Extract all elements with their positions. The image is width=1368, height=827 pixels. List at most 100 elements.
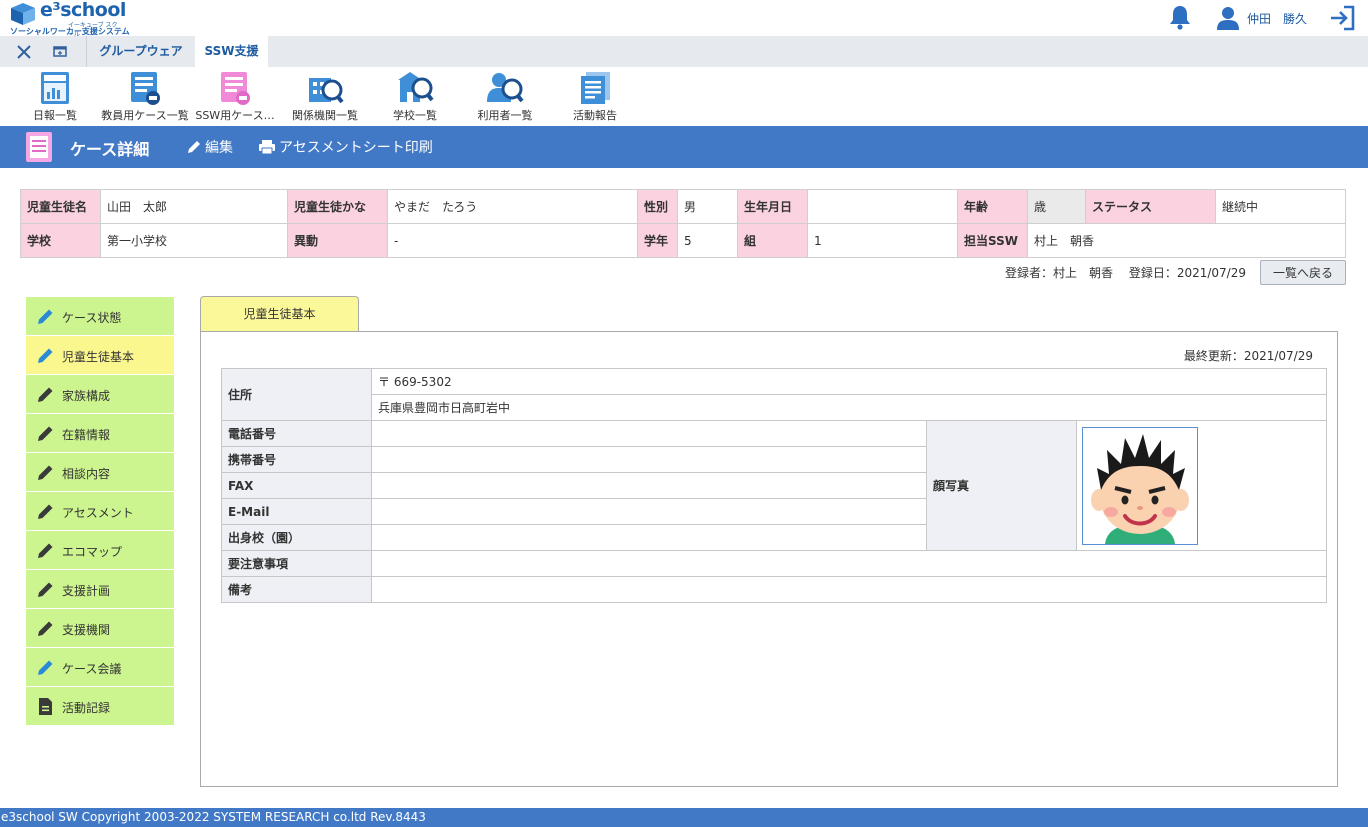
pencil-dark-icon <box>36 619 55 638</box>
notes-label: 備考 <box>221 576 372 603</box>
pencil-dark-icon <box>36 463 55 482</box>
origin-school-value <box>371 524 927 551</box>
side-menu-label: エコマップ <box>62 545 123 559</box>
pencil-dark-icon <box>36 580 55 599</box>
toolbar-label: 学校一覧 <box>393 109 437 122</box>
user-name[interactable]: 仲田 勝久 <box>1247 10 1307 27</box>
tab-groupware[interactable]: グループウェア <box>86 36 195 67</box>
pencil-dark-icon <box>36 385 55 404</box>
birthdate-label: 生年月日 <box>737 189 808 224</box>
toolbar-users[interactable]: 利用者一覧 <box>460 67 550 126</box>
age-label: 年齢 <box>957 189 1028 224</box>
print-assessment-button[interactable]: アセスメントシート印刷 <box>258 137 433 157</box>
fax-label: FAX <box>221 472 372 499</box>
side-menu-item[interactable]: 活動記録 <box>26 687 174 725</box>
pencil-blue-icon <box>36 658 55 677</box>
bell-icon[interactable] <box>1168 4 1192 30</box>
side-menu-item[interactable]: 支援計画 <box>26 570 174 608</box>
footer-copyright: e3school SW Copyright 2003-2022 SYSTEM R… <box>0 808 1368 827</box>
side-menu-label: 在籍情報 <box>62 428 111 442</box>
student-grade: 5 <box>677 223 738 258</box>
toolbar-teacher-cases[interactable]: 教員用ケース一覧 <box>100 67 190 126</box>
side-menu-item[interactable]: 児童生徒基本 <box>26 336 174 374</box>
fax-value <box>371 472 927 499</box>
logout-icon[interactable] <box>1328 4 1356 32</box>
back-to-list-button[interactable]: 一覧へ戻る <box>1260 260 1346 285</box>
toolbar-label: 活動報告 <box>573 109 617 122</box>
toolbar-ssw-cases[interactable]: SSW用ケース… <box>190 67 280 126</box>
side-menu-label: ケース状態 <box>62 311 122 325</box>
pencil-blue-icon <box>36 307 55 326</box>
school-search-icon <box>398 72 434 102</box>
side-menu-label: ケース会議 <box>62 662 122 676</box>
daily-report-icon <box>41 72 69 104</box>
institution-search-icon <box>309 78 344 104</box>
toolbar-activity-report[interactable]: 活動報告 <box>550 67 640 126</box>
toolbar-daily-report[interactable]: 日報一覧 <box>10 67 100 126</box>
tab-ssw-support[interactable]: SSW支援 <box>195 36 268 67</box>
side-menu-label: 支援計画 <box>62 584 111 598</box>
activity-report-icon <box>581 72 610 104</box>
phone-label: 電話番号 <box>221 420 372 447</box>
side-menu-label: 児童生徒基本 <box>62 350 135 364</box>
registration-info: 登録者：村上 朝香 登録日：2021/07/29 <box>1005 266 1246 280</box>
student-basic-panel: 最終更新：2021/07/29 住所 〒 669-5302 兵庫県豊岡市日高町岩… <box>200 331 1338 787</box>
user-icon <box>1217 7 1239 30</box>
student-photo <box>1082 426 1198 545</box>
photo-label: 顔写真 <box>926 420 1077 551</box>
pencil-icon <box>188 141 200 153</box>
e3school-logo[interactable]: e³school イーキューブ スクール ソーシャルワーカー支援システム <box>8 0 130 38</box>
edit-button[interactable]: 編集 <box>186 137 233 157</box>
app-header: e³school イーキューブ スクール ソーシャルワーカー支援システム 仲田 … <box>0 0 1368 38</box>
side-menu-item[interactable]: 在籍情報 <box>26 414 174 452</box>
edit-button-label: 編集 <box>205 140 233 156</box>
document-icon <box>36 697 55 716</box>
print-button-label: アセスメントシート印刷 <box>279 140 433 156</box>
toolbar-institutions[interactable]: 関係機関一覧 <box>280 67 370 126</box>
student-age: 歳 <box>1027 189 1086 224</box>
tab-student-basic[interactable]: 児童生徒基本 <box>200 296 359 331</box>
transfer-label: 異動 <box>287 223 388 258</box>
student-summary-table: 児童生徒名 山田 太郎 児童生徒かな やまだ たろう 性別 男 生年月日 年齢 … <box>20 189 1346 258</box>
toolbar-label: SSW用ケース… <box>195 109 275 122</box>
last-updated: 最終更新：2021/07/29 <box>1183 349 1313 363</box>
close-icon[interactable] <box>14 42 34 62</box>
address-label: 住所 <box>221 368 372 421</box>
side-menu-item[interactable]: 相談内容 <box>26 453 174 491</box>
side-menu-label: 支援機関 <box>62 623 111 637</box>
ssw-case-icon <box>221 72 250 105</box>
student-basic-table: 住所 〒 669-5302 兵庫県豊岡市日高町岩中 電話番号 顔写真 携帯番号 … <box>221 368 1327 603</box>
pencil-blue-icon <box>36 346 55 365</box>
side-menu-label: 活動記録 <box>62 701 111 715</box>
side-menu-item[interactable]: ケース会議 <box>26 648 174 686</box>
toolbar-schools[interactable]: 学校一覧 <box>370 67 460 126</box>
student-class: 1 <box>807 223 958 258</box>
logo-cube-icon <box>11 3 35 25</box>
kana-label: 児童生徒かな <box>287 189 388 224</box>
student-gender: 男 <box>677 189 738 224</box>
gender-label: 性別 <box>637 189 678 224</box>
student-kana: やまだ たろう <box>387 189 638 224</box>
toolbar-label: 利用者一覧 <box>477 109 533 122</box>
toolbar-label: 教員用ケース一覧 <box>101 109 189 122</box>
notes-value <box>371 576 1327 603</box>
page-title-bar: ケース詳細 編集 アセスメントシート印刷 <box>0 126 1368 168</box>
email-label: E-Mail <box>221 498 372 525</box>
case-status: 継続中 <box>1215 189 1346 224</box>
mobile-label: 携帯番号 <box>221 446 372 473</box>
side-menu-item[interactable]: 支援機関 <box>26 609 174 647</box>
case-side-menu: ケース状態児童生徒基本家族構成在籍情報相談内容アセスメントエコマップ支援計画支援… <box>26 297 174 726</box>
side-menu-item[interactable]: 家族構成 <box>26 375 174 413</box>
side-menu-item[interactable]: エコマップ <box>26 531 174 569</box>
student-transfer: - <box>387 223 638 258</box>
name-label: 児童生徒名 <box>20 189 101 224</box>
school-label: 学校 <box>20 223 101 258</box>
window-icon[interactable] <box>50 42 70 62</box>
toolbar-label: 関係機関一覧 <box>292 109 358 122</box>
pencil-dark-icon <box>36 424 55 443</box>
mobile-value <box>371 446 927 473</box>
function-toolbar: 日報一覧 教員用ケース一覧 SSW用ケース… 関係機関一覧 学校一覧 利用者一覧… <box>0 67 1368 126</box>
side-menu-label: 相談内容 <box>62 467 111 481</box>
side-menu-item[interactable]: アセスメント <box>26 492 174 530</box>
side-menu-item[interactable]: ケース状態 <box>26 297 174 335</box>
